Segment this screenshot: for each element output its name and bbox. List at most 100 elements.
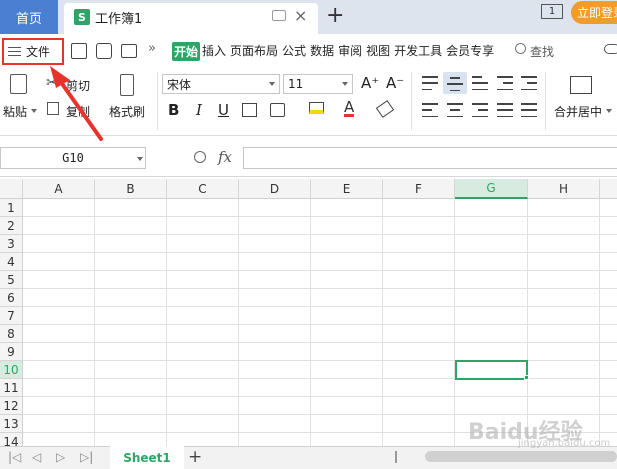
column-header-h[interactable]: H	[528, 179, 600, 199]
horizontal-scrollbar[interactable]	[425, 451, 617, 462]
insert-function-button[interactable]: fx	[218, 148, 232, 166]
login-button[interactable]: 立即登录	[571, 1, 617, 24]
tab-member[interactable]: 会员专享	[444, 42, 496, 61]
tab-view[interactable]: 视图	[364, 42, 392, 61]
row-header-1[interactable]: 1	[0, 199, 23, 217]
search-icon[interactable]	[515, 43, 526, 54]
ribbon-divider	[545, 72, 546, 130]
file-menu-button[interactable]: 文件	[2, 38, 64, 65]
name-box[interactable]: G10	[0, 147, 146, 169]
row-header-4[interactable]: 4	[0, 253, 23, 271]
monitor-icon[interactable]	[272, 10, 286, 21]
print-icon[interactable]	[121, 44, 137, 58]
align-right-icon[interactable]	[472, 103, 488, 117]
increase-font-button[interactable]: A⁺	[361, 74, 379, 92]
formula-input[interactable]	[243, 147, 617, 169]
tab-start[interactable]: 开始	[172, 42, 201, 61]
spreadsheet-grid[interactable]: A B C D E F G H 1 2 3 4 5 6 7 8 9 10 11 12 13 14	[0, 179, 617, 446]
next-sheet-icon[interactable]: ▷	[56, 450, 65, 464]
window-count-badge[interactable]: 1	[541, 4, 563, 19]
column-header-b[interactable]: B	[95, 179, 167, 199]
prev-sheet-icon[interactable]: ◁	[32, 450, 41, 464]
search-label[interactable]: 查找	[530, 43, 554, 60]
font-size-select[interactable]: 11	[283, 74, 353, 94]
row-header-10[interactable]: 10	[0, 361, 23, 379]
distributed-icon[interactable]	[521, 103, 537, 117]
borders-icon[interactable]	[242, 103, 257, 117]
more-chevron-icon[interactable]: »	[148, 41, 156, 56]
column-header-g[interactable]: G	[455, 179, 528, 199]
tab-developer[interactable]: 开发工具	[392, 42, 444, 61]
align-center-icon[interactable]	[447, 103, 463, 117]
cut-button[interactable]: 剪切	[66, 77, 90, 94]
italic-button[interactable]: I	[196, 101, 202, 119]
format-painter-icon[interactable]	[120, 74, 134, 96]
underline-button[interactable]: U	[218, 101, 229, 119]
cloud-icon[interactable]	[604, 44, 617, 54]
zoom-icon[interactable]	[194, 151, 206, 163]
save-icon[interactable]	[71, 43, 87, 59]
align-bottom-icon[interactable]	[472, 76, 488, 90]
row-header-9[interactable]: 9	[0, 343, 23, 361]
tab-review[interactable]: 审阅	[336, 42, 364, 61]
bold-button[interactable]: B	[168, 101, 179, 119]
row-header-13[interactable]: 13	[0, 415, 23, 433]
last-sheet-icon[interactable]: ▷|	[80, 450, 93, 464]
select-all-corner[interactable]	[0, 179, 23, 199]
font-color-icon[interactable]: A	[344, 100, 355, 117]
decrease-font-button[interactable]: A⁻	[386, 74, 404, 92]
active-cell[interactable]	[455, 360, 528, 380]
paste-button[interactable]: 粘贴	[3, 103, 27, 120]
copy-button[interactable]: 复制	[66, 103, 90, 120]
add-sheet-button[interactable]: +	[188, 447, 202, 467]
fill-handle[interactable]	[524, 375, 529, 380]
row-header-7[interactable]: 7	[0, 307, 23, 325]
tab-formulas[interactable]: 公式	[280, 42, 308, 61]
font-name-select[interactable]: 宋体	[162, 74, 280, 94]
paste-icon[interactable]	[10, 74, 27, 94]
output-pdf-icon[interactable]	[96, 43, 112, 59]
tab-insert[interactable]: 插入	[200, 42, 228, 61]
row-header-8[interactable]: 8	[0, 325, 23, 343]
row-header-2[interactable]: 2	[0, 217, 23, 235]
column-header-a[interactable]: A	[23, 179, 95, 199]
row-header-14[interactable]: 14	[0, 433, 23, 446]
row-header-11[interactable]: 11	[0, 379, 23, 397]
column-header-e[interactable]: E	[311, 179, 383, 199]
row-header-5[interactable]: 5	[0, 271, 23, 289]
scissors-icon[interactable]: ✂	[46, 75, 58, 91]
align-left-icon[interactable]	[422, 103, 438, 117]
first-sheet-icon[interactable]: |◁	[8, 450, 21, 464]
row-header-12[interactable]: 12	[0, 397, 23, 415]
home-tab[interactable]: 首页	[0, 0, 58, 34]
column-gridline	[599, 199, 600, 446]
tab-data[interactable]: 数据	[308, 42, 336, 61]
merge-cells-icon[interactable]	[570, 76, 592, 94]
merge-dropdown-icon[interactable]	[606, 109, 612, 113]
row-header-6[interactable]: 6	[0, 289, 23, 307]
copy-icon[interactable]	[47, 102, 59, 115]
merge-center-button[interactable]: 合并居中	[554, 103, 602, 120]
column-header-c[interactable]: C	[167, 179, 239, 199]
column-gridline	[454, 199, 455, 446]
chevron-down-icon[interactable]	[137, 157, 143, 161]
column-header-f[interactable]: F	[383, 179, 455, 199]
decrease-indent-icon[interactable]	[497, 76, 513, 90]
spreadsheet-icon: S	[74, 9, 90, 25]
increase-indent-icon[interactable]	[521, 76, 537, 90]
cell-format-icon[interactable]	[270, 103, 285, 117]
splitter-handle[interactable]	[395, 451, 397, 463]
sheet-tab-sheet1[interactable]: Sheet1	[110, 446, 184, 469]
column-gridline	[166, 199, 167, 446]
align-middle-icon[interactable]	[447, 77, 463, 91]
column-header-d[interactable]: D	[239, 179, 311, 199]
justify-icon[interactable]	[497, 103, 513, 117]
tab-page-layout[interactable]: 页面布局	[228, 42, 280, 61]
fill-color-icon[interactable]	[309, 102, 324, 114]
format-painter-button[interactable]: 格式刷	[109, 103, 145, 120]
close-tab-icon[interactable]: ×	[294, 6, 307, 25]
row-header-3[interactable]: 3	[0, 235, 23, 253]
align-top-icon[interactable]	[422, 76, 438, 90]
new-tab-button[interactable]: +	[326, 3, 344, 28]
paste-dropdown-icon[interactable]	[31, 109, 37, 113]
